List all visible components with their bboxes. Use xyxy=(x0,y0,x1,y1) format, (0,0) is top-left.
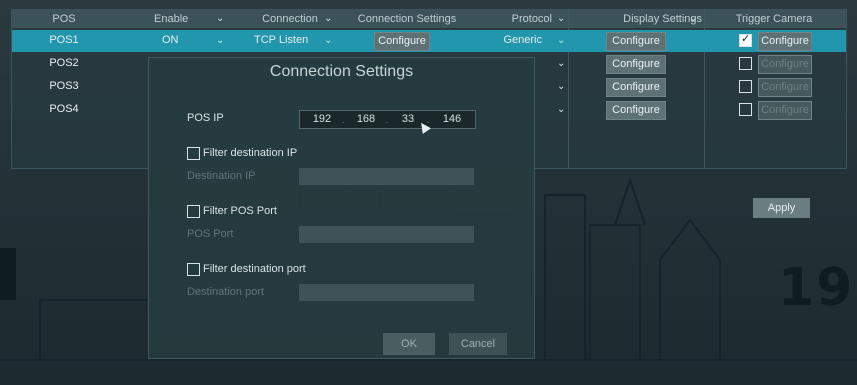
filter-pos-port-label: Filter POS Port xyxy=(203,205,277,217)
ip-separator: . xyxy=(342,115,345,125)
chevron-down-icon[interactable]: ⌄ xyxy=(557,13,565,24)
destination-ip-label: Destination IP xyxy=(187,170,256,182)
pos-ip-input[interactable]: 192 . 168 . 33 . 146 xyxy=(299,110,476,129)
watermark-text: 1995 xyxy=(778,258,857,318)
pos-name: POS3 xyxy=(49,80,79,92)
trigger-configure-button[interactable]: Configure xyxy=(758,55,812,74)
header-display-settings: Display Settings xyxy=(623,13,702,25)
chevron-down-icon[interactable]: ⌄ xyxy=(324,13,332,24)
cancel-button[interactable]: Cancel xyxy=(449,333,507,355)
trigger-camera-checkbox[interactable] xyxy=(739,103,752,116)
screen: 1995 POS Enable ⌄ Connection ⌄ Connectio… xyxy=(0,0,857,385)
trigger-camera-checkbox[interactable] xyxy=(739,57,752,70)
pos-name: POS1 xyxy=(49,34,79,46)
filter-destination-ip-label: Filter destination IP xyxy=(203,147,298,159)
display-configure-button[interactable]: Configure xyxy=(606,55,666,74)
pos-port-label: POS Port xyxy=(187,228,234,240)
filter-pos-port-checkbox[interactable] xyxy=(187,205,200,218)
display-configure-button[interactable]: Configure xyxy=(606,78,666,97)
ip-octet-4[interactable]: 146 xyxy=(438,111,466,128)
table-header: POS Enable ⌄ Connection ⌄ Connection Set… xyxy=(12,10,846,28)
chevron-down-icon[interactable]: ⌄ xyxy=(689,13,697,24)
pos-ip-label: POS IP xyxy=(187,112,224,124)
destination-port-input[interactable] xyxy=(299,284,474,301)
ip-octet-1[interactable]: 192 xyxy=(308,111,336,128)
trigger-camera-checkbox[interactable] xyxy=(739,80,752,93)
connection-settings-dialog: Connection Settings POS IP 192 . 168 . 3… xyxy=(148,57,535,359)
ip-separator: . xyxy=(386,115,389,125)
trigger-camera-checkbox[interactable] xyxy=(739,32,752,47)
trigger-configure-button[interactable]: Configure xyxy=(758,101,812,120)
apply-button[interactable]: Apply xyxy=(753,198,810,218)
display-configure-button[interactable]: Configure xyxy=(606,32,666,51)
destination-port-label: Destination port xyxy=(187,286,265,298)
protocol-select[interactable]: Generic xyxy=(482,30,542,50)
display-configure-button[interactable]: Configure xyxy=(606,101,666,120)
watermark-dot xyxy=(0,248,16,300)
ok-button[interactable]: OK xyxy=(383,333,435,355)
ip-octet-2[interactable]: 168 xyxy=(352,111,380,128)
pos-name: POS4 xyxy=(49,103,79,115)
enable-select[interactable]: ON xyxy=(162,30,202,50)
pos-port-input[interactable] xyxy=(299,226,474,243)
header-trigger-camera: Trigger Camera xyxy=(735,13,813,25)
filter-destination-port-label: Filter destination port xyxy=(203,263,306,275)
dialog-title: Connection Settings xyxy=(269,63,414,80)
chevron-down-icon[interactable]: ⌄ xyxy=(216,35,224,46)
header-pos: POS xyxy=(52,13,76,25)
filter-destination-port-checkbox[interactable] xyxy=(187,263,200,276)
destination-ip-input[interactable] xyxy=(299,168,474,185)
filter-destination-ip-checkbox[interactable] xyxy=(187,147,200,160)
trigger-configure-button[interactable]: Configure xyxy=(758,32,812,51)
connection-configure-button[interactable]: Configure xyxy=(374,32,430,51)
chevron-down-icon[interactable]: ⌄ xyxy=(557,81,565,92)
chevron-down-icon[interactable]: ⌄ xyxy=(557,35,565,46)
header-protocol: Protocol xyxy=(511,13,552,25)
trigger-configure-button[interactable]: Configure xyxy=(758,78,812,97)
table-row-pos1[interactable]: POS1 ON ⌄ TCP Listen ⌄ Configure Generic… xyxy=(12,30,846,52)
header-connection-settings: Connection Settings xyxy=(357,13,457,25)
chevron-down-icon[interactable]: ⌄ xyxy=(324,35,332,46)
chevron-down-icon[interactable]: ⌄ xyxy=(557,104,565,115)
pos-name: POS2 xyxy=(49,57,79,69)
chevron-down-icon[interactable]: ⌄ xyxy=(216,13,224,24)
chevron-down-icon[interactable]: ⌄ xyxy=(557,58,565,69)
